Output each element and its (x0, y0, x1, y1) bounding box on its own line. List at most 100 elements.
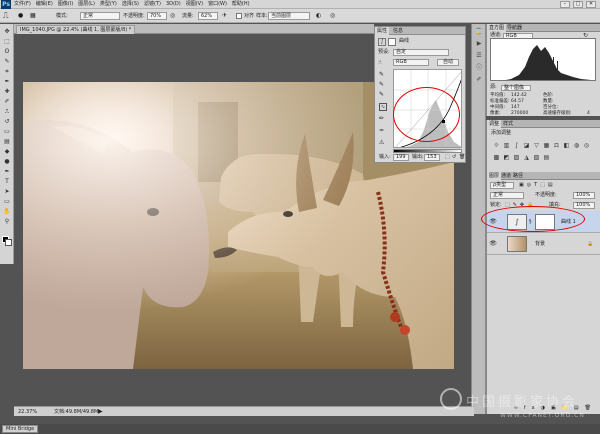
pen-tool-icon[interactable]: ✒ (3, 168, 11, 176)
minimize-button[interactable]: – (560, 1, 570, 8)
pressure-size-icon[interactable]: ◎ (330, 12, 338, 20)
eyedropper-gray-icon[interactable]: ✎ (379, 81, 387, 89)
clone-stamp-tool-icon[interactable]: ⎍ (3, 11, 13, 21)
smooth-icon[interactable]: ≈ (379, 127, 387, 135)
tab-navigator[interactable]: 导航器 (505, 24, 524, 32)
brush-icon[interactable]: ✐ (475, 76, 483, 84)
lasso-tool-icon[interactable]: ʘ (3, 48, 11, 56)
layer-filter-icons[interactable]: ▣◎T⬚▤ (519, 182, 579, 189)
input-field[interactable]: 199 (393, 154, 409, 161)
reset-icon[interactable]: ↺ (452, 154, 458, 161)
history-brush-tool-icon[interactable]: ↺ (3, 118, 11, 126)
fill-input[interactable]: 100% (573, 202, 595, 209)
path-select-tool-icon[interactable]: ➤ (3, 188, 11, 196)
tab-styles[interactable]: 样式 (501, 120, 515, 128)
info-icon[interactable]: ⓘ (475, 64, 483, 72)
curves-icon[interactable]: ∫ (513, 142, 520, 149)
quick-select-tool-icon[interactable]: ✎ (3, 58, 11, 66)
hue-sat-icon[interactable]: ▦ (543, 142, 550, 149)
visibility-eye-icon[interactable]: 👁 (489, 240, 497, 248)
color-balance-icon[interactable]: ⚖ (553, 142, 560, 149)
levels-icon[interactable]: ▥ (503, 142, 510, 149)
color-lookup-icon[interactable]: ▩ (493, 154, 500, 161)
source-select[interactable]: 整个图像 (501, 85, 531, 91)
menu-item[interactable]: 类型(Y) (100, 0, 117, 9)
sample-select[interactable]: 当前图层 (268, 12, 310, 20)
shape-tool-icon[interactable]: ▭ (3, 198, 11, 206)
menu-item[interactable]: 图像(I) (58, 0, 73, 9)
eyedropper-black-icon[interactable]: ✎ (379, 71, 387, 79)
history-icon[interactable]: ⌛ (475, 28, 483, 36)
layer-row-background[interactable]: 👁 背景 🔒 (487, 233, 600, 255)
menu-item[interactable]: 滤镜(T) (144, 0, 161, 9)
zoom-tool-icon[interactable]: ⚲ (3, 218, 11, 226)
mode-select[interactable]: 正常 (80, 12, 120, 20)
opacity-input[interactable]: 70% (147, 12, 167, 20)
layer-opacity-input[interactable]: 100% (573, 192, 595, 199)
brightness-icon[interactable]: ☼ (493, 142, 500, 149)
clone-stamp-tool-icon[interactable]: ⎍ (3, 108, 11, 116)
channel-mixer-icon[interactable]: ◎ (583, 142, 590, 149)
blur-tool-icon[interactable]: ◆ (3, 148, 11, 156)
properties-icon[interactable]: ☰ (475, 52, 483, 60)
document-tab[interactable]: IMG_1040.JPG @ 22.4% (曲线 1, 图层蒙版/8) * (16, 25, 136, 34)
tab-info[interactable]: 信息 (391, 27, 405, 35)
tab-paths[interactable]: 路径 (511, 172, 525, 180)
marquee-tool-icon[interactable]: ⬚ (3, 38, 11, 46)
photo-filter-icon[interactable]: ◍ (573, 142, 580, 149)
bw-icon[interactable]: ◧ (563, 142, 570, 149)
invert-icon[interactable]: ◩ (503, 154, 510, 161)
tab-adjustments[interactable]: 调整 (487, 120, 502, 128)
mask-icon[interactable] (388, 38, 396, 46)
menu-item[interactable]: 图层(L) (78, 0, 95, 9)
ignore-adjustment-icon[interactable]: ◐ (316, 12, 324, 20)
vibrance-icon[interactable]: ▽ (533, 142, 540, 149)
menu-item[interactable]: 选择(S) (122, 0, 139, 9)
exposure-icon[interactable]: ◪ (523, 142, 530, 149)
layer-filter-select[interactable]: ρ类型 (490, 182, 514, 189)
posterize-icon[interactable]: ▨ (513, 154, 520, 161)
menu-item[interactable]: 帮助(H) (232, 0, 250, 9)
menu-item[interactable]: 3D(D) (166, 0, 181, 9)
brush-panel-icon[interactable]: ▦ (30, 12, 38, 20)
channel-select[interactable]: RGB (393, 59, 429, 66)
status-arrow-icon[interactable]: ▶ (98, 408, 103, 416)
menu-item[interactable]: 编辑(E) (36, 0, 53, 9)
dodge-tool-icon[interactable]: ● (3, 158, 11, 166)
brush-preset-icon[interactable]: ● (18, 12, 26, 20)
eyedropper-tool-icon[interactable]: ✒ (3, 78, 11, 86)
eraser-tool-icon[interactable]: ▭ (3, 128, 11, 136)
menu-item[interactable]: 文件(F) (14, 0, 31, 9)
hand-tool-icon[interactable]: ✋ (3, 208, 11, 216)
eyedropper-white-icon[interactable]: ✎ (379, 91, 387, 99)
output-field[interactable]: 153 (424, 154, 440, 161)
selective-color-icon[interactable]: ▧ (533, 154, 540, 161)
tab-histogram[interactable]: 直方图 (487, 24, 507, 32)
airbrush-icon[interactable]: ✈ (222, 12, 230, 20)
edit-points-icon[interactable]: ∿ (379, 103, 387, 111)
clip-to-layer-icon[interactable]: ⬚ (445, 154, 451, 161)
threshold-icon[interactable]: ◮ (523, 154, 530, 161)
gradient-map-icon[interactable]: ▤ (543, 154, 550, 161)
menu-item[interactable]: 窗口(W) (208, 0, 227, 9)
trash-icon[interactable]: 🗑 (459, 154, 465, 161)
menu-item[interactable]: 视图(V) (186, 0, 203, 9)
healing-brush-tool-icon[interactable]: ✚ (3, 88, 11, 96)
brush-tool-icon[interactable]: ✐ (3, 98, 11, 106)
close-button[interactable]: ✕ (586, 1, 596, 8)
doc-size[interactable]: 文档:49.8M/49.8M (54, 408, 98, 416)
aligned-checkbox[interactable] (236, 13, 242, 19)
zoom-level[interactable]: 22.37% (18, 408, 37, 416)
pressure-opacity-icon[interactable]: ◎ (170, 12, 178, 20)
move-tool-icon[interactable]: ✥ (3, 28, 11, 36)
maximize-button[interactable]: □ (573, 1, 583, 8)
actions-icon[interactable]: ▶ (475, 40, 483, 48)
gradient-tool-icon[interactable]: ▤ (3, 138, 11, 146)
flow-input[interactable]: 62% (198, 12, 218, 20)
mini-bridge-tab[interactable]: Mini Bridge (2, 425, 39, 433)
preset-select[interactable]: 自定 (393, 49, 449, 56)
auto-button[interactable]: 自动 (437, 59, 459, 66)
tab-properties[interactable]: 属性 (375, 27, 390, 35)
crop-tool-icon[interactable]: ⌗ (3, 68, 11, 76)
background-color-swatch[interactable] (5, 239, 12, 246)
